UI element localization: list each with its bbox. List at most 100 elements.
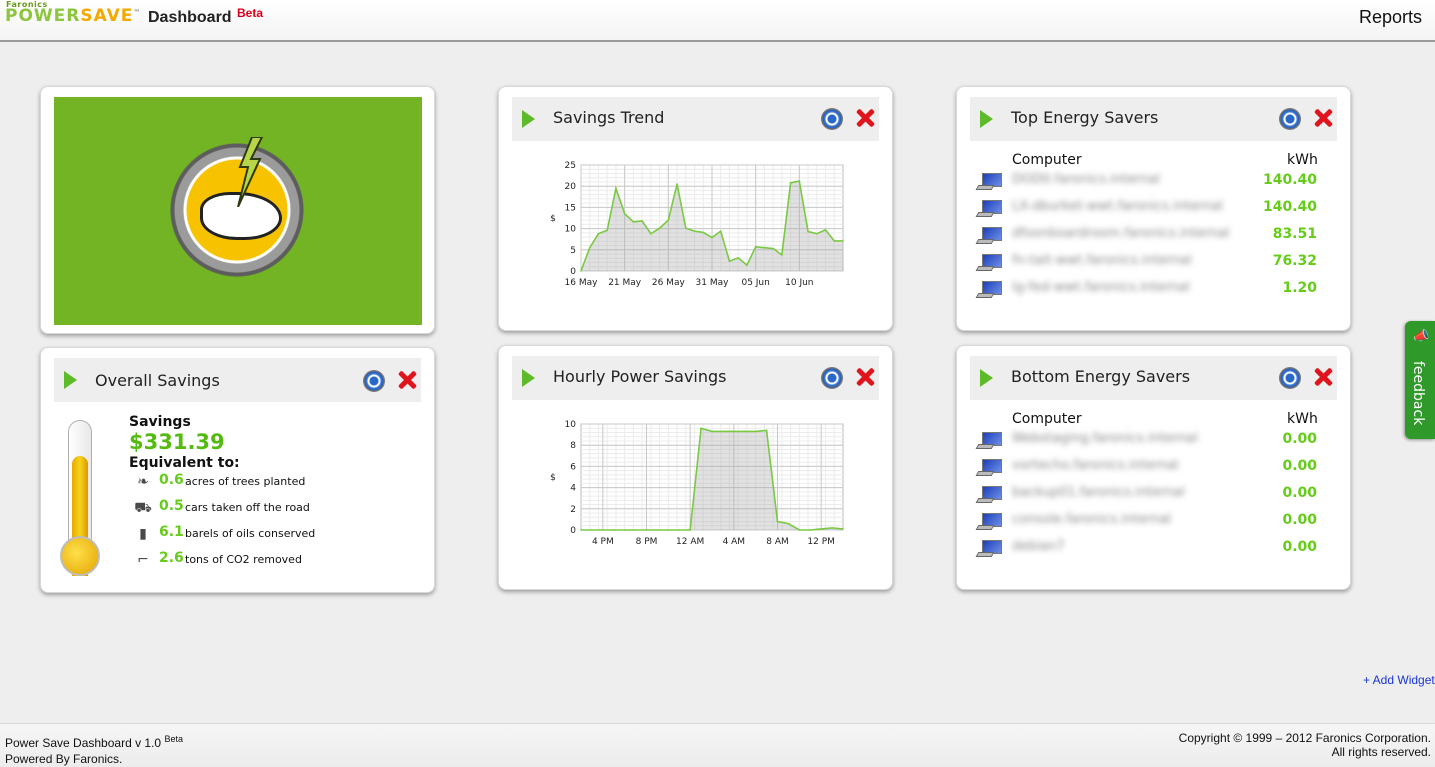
data-point — [634, 529, 637, 531]
data-point — [711, 430, 713, 433]
savings-label: Savings — [129, 414, 191, 430]
computer-icon — [975, 281, 1003, 299]
data-point — [833, 240, 836, 242]
list-item[interactable]: vortecho.faronics.internal 0.00 — [975, 456, 1317, 478]
settings-gear-icon[interactable] — [1279, 367, 1301, 389]
equivalent-item: ⛟ 0.5 cars taken off the road — [133, 498, 423, 520]
list-item[interactable]: fn-tait-wwt.faronics.internal 76.32 — [975, 251, 1317, 273]
close-icon[interactable] — [1311, 106, 1335, 130]
widget-title: Bottom Energy Savers — [1011, 367, 1191, 386]
feedback-tab[interactable]: 📣 feedback — [1405, 321, 1435, 439]
expand-arrow-icon[interactable] — [522, 110, 535, 128]
data-point — [588, 246, 591, 249]
x-tick-label: 12 PM — [807, 537, 835, 547]
page-title: Dashboard — [148, 9, 232, 26]
data-point — [754, 430, 757, 433]
car-icon: ⛟ — [134, 500, 152, 516]
computer-icon — [975, 173, 1003, 191]
list-item[interactable]: lg-fed-wwt.faronics.internal 1.20 — [975, 278, 1317, 300]
feedback-label: feedback — [1410, 361, 1426, 426]
data-point — [798, 180, 801, 182]
logo-banner — [54, 97, 422, 325]
computer-icon — [975, 540, 1003, 558]
expand-arrow-icon[interactable] — [522, 369, 535, 387]
computer-icon — [975, 227, 1003, 245]
widget-header[interactable]: Top Energy Savers — [970, 97, 1337, 141]
y-axis-label: $ — [550, 214, 556, 224]
expand-arrow-icon[interactable] — [64, 371, 77, 389]
equivalent-text: barels of oils conserved — [185, 527, 316, 540]
data-point — [763, 246, 766, 249]
expand-arrow-icon[interactable] — [980, 110, 993, 128]
kwh-value: 140.40 — [1262, 172, 1317, 188]
computer-name: LX-dburket-wwt.faronics.internal — [1012, 199, 1223, 214]
data-point — [772, 247, 774, 250]
powersave-logo[interactable]: POWERSAVE™ — [5, 6, 141, 26]
x-tick-label: 26 May — [652, 278, 686, 288]
kwh-value: 0.00 — [1282, 485, 1317, 501]
widget-title: Hourly Power Savings — [553, 367, 727, 386]
settings-gear-icon[interactable] — [1279, 108, 1301, 130]
kwh-value: 0.00 — [1282, 512, 1317, 528]
data-point — [831, 527, 833, 529]
list-item[interactable]: console.faronics.internal 0.00 — [975, 510, 1317, 532]
add-widget-link[interactable]: + Add Widget — [1363, 673, 1435, 687]
x-tick-label: 21 May — [608, 278, 642, 288]
list-item[interactable]: DOD0.faronics.internal 140.40 — [975, 170, 1317, 192]
y-tick-label: 4 — [570, 484, 576, 494]
close-icon[interactable] — [395, 368, 419, 392]
close-icon[interactable] — [1311, 365, 1335, 389]
data-point — [789, 182, 792, 184]
x-tick-label: 12 AM — [676, 537, 704, 547]
settings-gear-icon[interactable] — [363, 370, 385, 392]
data-point — [842, 240, 844, 242]
equivalent-text: acres of trees planted — [185, 475, 306, 488]
x-tick-label: 10 Jun — [785, 278, 813, 288]
y-tick-label: 25 — [565, 161, 576, 171]
computer-name: fn-tait-wwt.faronics.internal — [1012, 253, 1192, 268]
settings-gear-icon[interactable] — [821, 367, 843, 389]
kwh-value: 0.00 — [1282, 539, 1317, 555]
equivalent-text: tons of CO2 removed — [185, 553, 302, 566]
equivalent-label: Equivalent to: — [129, 455, 240, 471]
x-tick-label: 8 AM — [766, 537, 789, 547]
widget-header[interactable]: Hourly Power Savings — [512, 356, 879, 400]
y-tick-label: 2 — [570, 505, 576, 515]
y-tick-label: 0 — [570, 267, 576, 277]
data-point — [737, 257, 739, 259]
computer-icon — [975, 200, 1003, 218]
settings-gear-icon[interactable] — [821, 108, 843, 130]
computer-icon — [975, 486, 1003, 504]
data-point — [702, 231, 705, 234]
list-item[interactable]: LX-dburket-wwt.faronics.internal 140.40 — [975, 197, 1317, 219]
y-tick-label: 0 — [570, 526, 576, 536]
column-header-computer: Computer — [1012, 411, 1082, 427]
expand-arrow-icon[interactable] — [980, 369, 993, 387]
widget-header[interactable]: Savings Trend — [512, 97, 879, 141]
list-item[interactable]: debian7 0.00 — [975, 537, 1317, 559]
data-point — [676, 183, 678, 185]
data-point — [623, 529, 626, 531]
data-point — [809, 529, 812, 531]
widget-header[interactable]: Bottom Energy Savers — [970, 356, 1337, 400]
data-point — [623, 212, 626, 215]
x-tick-label: 05 Jun — [741, 278, 769, 288]
list-item[interactable]: dfoonboardroom.faronics.internal 83.51 — [975, 224, 1317, 246]
data-point — [602, 529, 604, 531]
thermometer-bulb — [60, 536, 100, 576]
widget-header[interactable]: Overall Savings — [54, 358, 421, 402]
data-point — [580, 529, 582, 531]
close-icon[interactable] — [853, 106, 877, 130]
equivalent-item: ▮ 6.1 barels of oils conserved — [133, 524, 423, 546]
data-point — [776, 520, 779, 523]
computer-name: backup01.faronics.internal — [1012, 485, 1185, 500]
data-point — [754, 246, 757, 248]
list-item[interactable]: Webstaging.faronics.internal 0.00 — [975, 429, 1317, 451]
data-point — [615, 187, 617, 190]
reports-link[interactable]: Reports — [1359, 7, 1422, 28]
list-item[interactable]: backup01.faronics.internal 0.00 — [975, 483, 1317, 505]
data-point — [656, 529, 659, 531]
close-icon[interactable] — [853, 365, 877, 389]
data-point — [689, 529, 691, 531]
column-header-computer: Computer — [1012, 152, 1082, 168]
